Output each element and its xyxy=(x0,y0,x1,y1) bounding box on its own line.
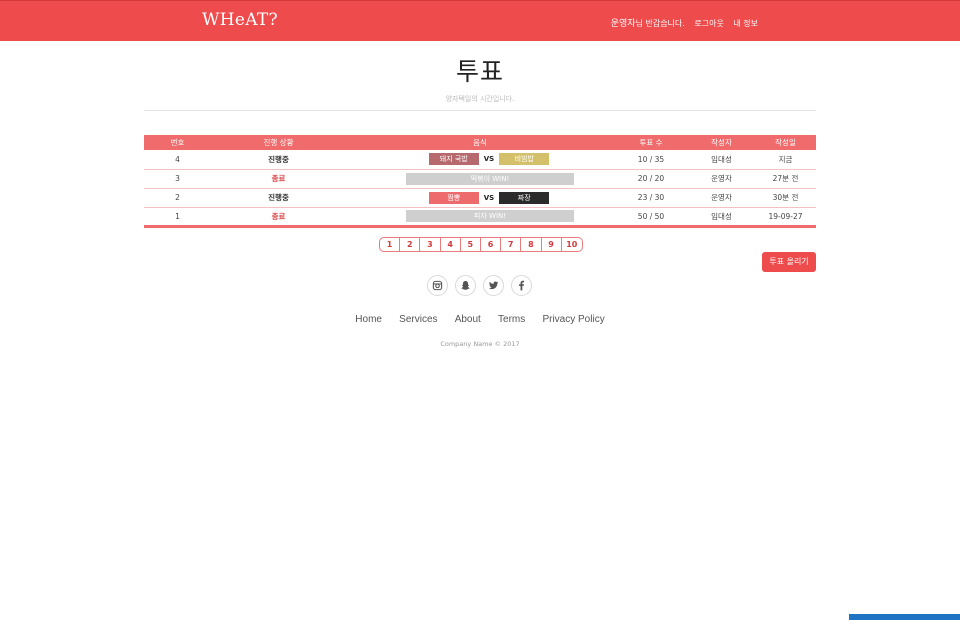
page-button[interactable]: 10 xyxy=(562,238,582,251)
page-button[interactable]: 7 xyxy=(501,238,522,251)
table-row[interactable]: 1 종료 피자 WIN! 50 / 50 임대성 19-09-27 xyxy=(144,207,816,226)
vs-label: VS xyxy=(483,193,495,202)
winner-bar: 피자 WIN! xyxy=(406,210,574,222)
author: 임대성 xyxy=(711,211,732,221)
os-taskbar-fragment xyxy=(849,614,960,620)
page-button[interactable]: 1 xyxy=(380,238,401,251)
page-subtitle: 양자택일의 시간입니다. xyxy=(445,95,515,103)
author: 임대성 xyxy=(711,154,732,164)
vote-count: 20 / 20 xyxy=(637,174,665,183)
copyright-text: Company Name © 2017 xyxy=(440,340,520,348)
footer-link-home[interactable]: Home xyxy=(355,314,382,325)
table-header-row: 번호 진행 상황 음식 투표 수 작성자 작성일 xyxy=(144,135,816,150)
page-button[interactable]: 8 xyxy=(521,238,542,251)
vote-count: 23 / 30 xyxy=(637,193,665,202)
vote-count: 10 / 35 xyxy=(637,154,665,164)
top-navbar: WHeAT? 운영자님 반갑습니다. 로그아웃 내 정보 xyxy=(0,0,960,41)
social-links xyxy=(427,275,539,296)
footer-link-terms[interactable]: Terms xyxy=(498,314,525,325)
col-header-status: 진행 상황 xyxy=(263,138,294,147)
choice-left-chip[interactable]: 돼지 국밥 xyxy=(428,153,479,166)
food-cell: 짬뽕 VS 짜장 xyxy=(346,188,614,207)
date: 27분 전 xyxy=(772,174,799,183)
page-title: 투표 xyxy=(455,57,504,86)
greeting-text: 님 반갑습니다. xyxy=(635,19,685,28)
col-header-food: 음식 xyxy=(473,138,487,147)
header-divider xyxy=(144,110,816,111)
post-vote-button[interactable]: 투표 올리기 xyxy=(762,252,816,272)
col-header-date: 작성일 xyxy=(775,138,796,147)
snapchat-icon[interactable] xyxy=(455,275,476,296)
user-nav: 운영자님 반갑습니다. 로그아웃 내 정보 xyxy=(611,16,758,29)
choice-right-chip[interactable]: 짜장 xyxy=(499,191,550,204)
row-number: 4 xyxy=(175,154,180,164)
author: 운영자 xyxy=(711,193,732,202)
food-cell: 피자 WIN! xyxy=(346,207,614,226)
col-header-number: 번호 xyxy=(170,138,185,147)
vs-label: VS xyxy=(483,155,495,164)
vote-table: 번호 진행 상황 음식 투표 수 작성자 작성일 4 진행중 돼지 국밥 VS … xyxy=(144,135,816,228)
food-cell: 돼지 국밥 VS 비빔밥 xyxy=(346,150,614,169)
my-info-link[interactable]: 내 정보 xyxy=(733,19,758,28)
choice-right-chip[interactable]: 비빔밥 xyxy=(499,153,550,166)
row-number: 2 xyxy=(175,193,180,202)
footer-link-privacy[interactable]: Privacy Policy xyxy=(542,314,604,325)
twitter-icon[interactable] xyxy=(483,275,504,296)
row-number: 1 xyxy=(175,211,180,221)
winner-bar: 떡볶이 WIN! xyxy=(406,172,574,185)
page-header: 투표 양자택일의 시간입니다. xyxy=(144,56,816,104)
page-button[interactable]: 5 xyxy=(461,238,481,251)
col-header-author: 작성자 xyxy=(711,138,732,147)
date: 19-09-27 xyxy=(768,211,803,221)
page-button[interactable]: 9 xyxy=(542,238,562,251)
col-header-votes: 투표 수 xyxy=(639,138,663,147)
footer-link-about[interactable]: About xyxy=(455,314,481,325)
facebook-icon[interactable] xyxy=(511,275,532,296)
food-cell: 떡볶이 WIN! xyxy=(346,169,614,188)
table-row[interactable]: 4 진행중 돼지 국밥 VS 비빔밥 10 / 35 임대성 지금 xyxy=(144,150,816,169)
status-ended: 종료 xyxy=(271,211,286,221)
page-button[interactable]: 6 xyxy=(481,238,502,251)
table-row[interactable]: 2 진행중 짬뽕 VS 짜장 23 / 30 운영자 30분 전 xyxy=(144,188,816,207)
status-ongoing: 진행중 xyxy=(268,154,289,164)
logout-link[interactable]: 로그아웃 xyxy=(694,19,723,28)
choice-left-chip[interactable]: 짬뽕 xyxy=(428,191,479,204)
page-button[interactable]: 4 xyxy=(441,238,461,251)
pagination: 1 2 3 4 5 6 7 8 9 10 xyxy=(379,237,583,252)
date: 지금 xyxy=(778,154,793,164)
page-button[interactable]: 3 xyxy=(420,238,441,251)
footer-nav: Home Services About Terms Privacy Policy xyxy=(0,314,960,325)
status-ended: 종료 xyxy=(271,174,286,183)
status-ongoing: 진행중 xyxy=(268,193,289,202)
page-button[interactable]: 2 xyxy=(400,238,421,251)
row-number: 3 xyxy=(175,174,180,183)
author: 운영자 xyxy=(711,174,732,183)
footer-link-services[interactable]: Services xyxy=(399,314,437,325)
brand-logo[interactable]: WHeAT? xyxy=(202,10,278,30)
instagram-icon[interactable] xyxy=(427,275,448,296)
table-row[interactable]: 3 종료 떡볶이 WIN! 20 / 20 운영자 27분 전 xyxy=(144,169,816,188)
user-name: 운영자 xyxy=(610,19,636,29)
date: 30분 전 xyxy=(772,193,799,202)
vote-count: 50 / 50 xyxy=(637,211,665,221)
